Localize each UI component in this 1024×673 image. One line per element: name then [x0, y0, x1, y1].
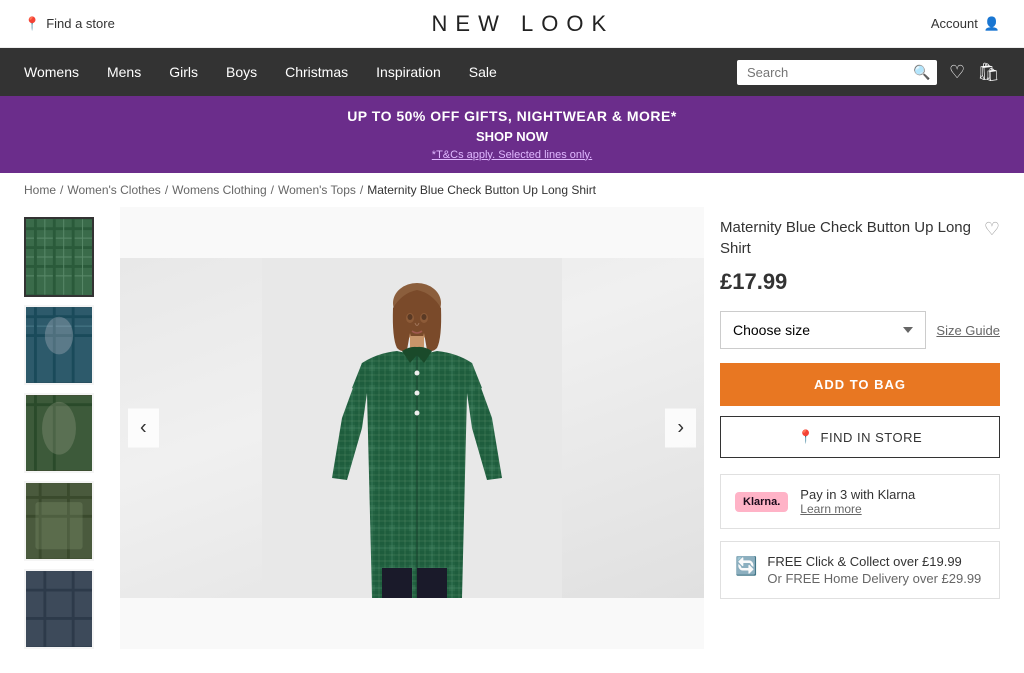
- breadcrumb-womens-clothes[interactable]: Women's Clothes: [67, 183, 160, 197]
- breadcrumb: Home / Women's Clothes / Womens Clothing…: [0, 173, 1024, 207]
- account-label: Account: [931, 16, 978, 31]
- delivery-line2: Or FREE Home Delivery over £29.99: [767, 571, 981, 586]
- delivery-line1: FREE Click & Collect over £19.99: [767, 554, 981, 569]
- prev-image-button[interactable]: ‹: [128, 409, 159, 448]
- find-store-link[interactable]: 📍 Find a store: [24, 16, 115, 32]
- nav-boys[interactable]: Boys: [226, 50, 257, 94]
- thumbnail-2[interactable]: [24, 305, 94, 385]
- klarna-text: Pay in 3 with Klarna Learn more: [800, 487, 915, 516]
- breadcrumb-home[interactable]: Home: [24, 183, 56, 197]
- product-price: £17.99: [720, 269, 1000, 295]
- main-product-image: [120, 258, 704, 598]
- add-to-bag-button[interactable]: ADD TO BAG: [720, 363, 1000, 406]
- klarna-box: Klarna. Pay in 3 with Klarna Learn more: [720, 474, 1000, 529]
- klarna-logo: Klarna.: [735, 492, 788, 512]
- bag-nav-icon[interactable]: 🛍: [977, 62, 1000, 83]
- klarna-title: Pay in 3 with Klarna: [800, 487, 915, 502]
- wishlist-nav-icon[interactable]: ♡: [949, 62, 965, 83]
- search-icon: 🔍: [913, 64, 930, 81]
- delivery-box: 🔄 FREE Click & Collect over £19.99 Or FR…: [720, 541, 1000, 599]
- search-input[interactable]: [747, 65, 907, 80]
- find-in-store-label: FIND IN STORE: [821, 430, 923, 445]
- breadcrumb-womens-tops[interactable]: Women's Tops: [278, 183, 356, 197]
- thumbnail-5[interactable]: [24, 569, 94, 649]
- thumbnail-3[interactable]: [24, 393, 94, 473]
- product-title: Maternity Blue Check Button Up Long Shir…: [720, 217, 976, 259]
- wishlist-icon[interactable]: ♡: [984, 219, 1000, 240]
- promo-terms[interactable]: *T&Cs apply. Selected lines only.: [10, 147, 1014, 164]
- find-in-store-button[interactable]: 📍 FIND IN STORE: [720, 416, 1000, 458]
- account-icon: 👤: [984, 16, 1000, 32]
- nav-christmas[interactable]: Christmas: [285, 50, 348, 94]
- search-box[interactable]: 🔍: [737, 60, 937, 85]
- thumbnail-1[interactable]: [24, 217, 94, 297]
- nav-inspiration[interactable]: Inspiration: [376, 50, 441, 94]
- main-content: ‹: [0, 207, 1024, 673]
- delivery-icon: 🔄: [735, 556, 757, 577]
- thumbnail-list: [24, 207, 104, 649]
- nav-mens[interactable]: Mens: [107, 50, 141, 94]
- delivery-text: FREE Click & Collect over £19.99 Or FREE…: [767, 554, 981, 586]
- product-title-row: Maternity Blue Check Button Up Long Shir…: [720, 217, 1000, 259]
- size-select[interactable]: Choose size 6 8 10 12 14 16 18: [720, 311, 926, 349]
- thumbnail-4[interactable]: [24, 481, 94, 561]
- account-link[interactable]: Account 👤: [931, 16, 1000, 32]
- top-bar: 📍 Find a store NEW LOOK Account 👤: [0, 0, 1024, 48]
- promo-sub-text[interactable]: SHOP NOW: [10, 127, 1014, 147]
- find-store-label: Find a store: [46, 16, 115, 31]
- nav-girls[interactable]: Girls: [169, 50, 198, 94]
- size-row: Choose size 6 8 10 12 14 16 18 Size Guid…: [720, 311, 1000, 349]
- nav-bar: Womens Mens Girls Boys Christmas Inspira…: [0, 48, 1024, 96]
- klarna-learn-more[interactable]: Learn more: [800, 502, 915, 516]
- nav-womens[interactable]: Womens: [24, 50, 79, 94]
- next-image-button[interactable]: ›: [665, 409, 696, 448]
- breadcrumb-current: Maternity Blue Check Button Up Long Shir…: [367, 183, 596, 197]
- promo-banner: UP TO 50% OFF GIFTS, NIGHTWEAR & MORE* S…: [0, 96, 1024, 173]
- size-guide-link[interactable]: Size Guide: [936, 323, 1000, 338]
- site-logo[interactable]: NEW LOOK: [432, 11, 615, 37]
- breadcrumb-womens-clothing[interactable]: Womens Clothing: [172, 183, 267, 197]
- find-in-store-pin-icon: 📍: [798, 429, 815, 445]
- product-image-svg: [262, 258, 562, 598]
- nav-right: 🔍 ♡ 🛍: [737, 60, 1000, 85]
- location-icon: 📍: [24, 16, 40, 32]
- promo-main-text: UP TO 50% OFF GIFTS, NIGHTWEAR & MORE*: [10, 106, 1014, 127]
- nav-links: Womens Mens Girls Boys Christmas Inspira…: [24, 50, 497, 94]
- product-details: Maternity Blue Check Button Up Long Shir…: [720, 207, 1000, 649]
- nav-sale[interactable]: Sale: [469, 50, 497, 94]
- main-image-area: ‹: [120, 207, 704, 649]
